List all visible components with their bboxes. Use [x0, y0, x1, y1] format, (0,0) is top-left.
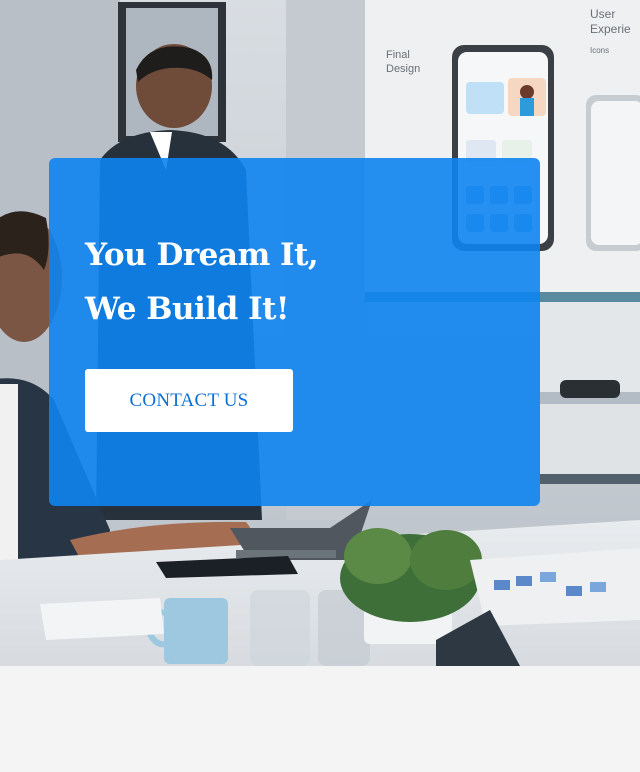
- svg-text:Icons: Icons: [590, 46, 609, 55]
- svg-text:Design: Design: [386, 63, 420, 75]
- hero-section: Final Design User Experie Icons You Drea…: [0, 0, 640, 666]
- page-bottom-band: [0, 666, 640, 772]
- hero-headline-line-1: You Dream It,: [85, 237, 319, 273]
- hero-headline-line-2: We Build It!: [85, 291, 290, 327]
- contact-us-button[interactable]: CONTACT US: [85, 369, 293, 432]
- svg-text:Experie: Experie: [590, 22, 631, 36]
- page: Final Design User Experie Icons You Drea…: [0, 0, 640, 772]
- svg-text:User: User: [590, 7, 615, 21]
- hero-headline: You Dream It, We Build It!: [85, 228, 319, 336]
- svg-text:Final: Final: [386, 49, 410, 61]
- hero-cta-card: You Dream It, We Build It! CONTACT US: [49, 158, 540, 506]
